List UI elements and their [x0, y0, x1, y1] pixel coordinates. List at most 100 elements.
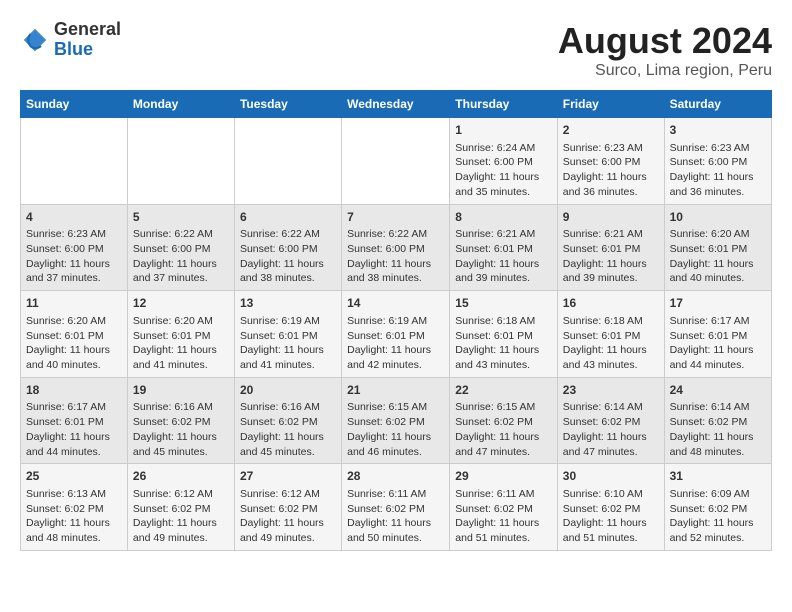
calendar-day-12: 12Sunrise: 6:20 AMSunset: 6:01 PMDayligh…: [127, 291, 234, 378]
day-info: Daylight: 11 hours and 36 minutes.: [563, 170, 659, 199]
day-number: 9: [563, 209, 659, 226]
day-info: Daylight: 11 hours and 48 minutes.: [26, 516, 122, 545]
header-day-monday: Monday: [127, 91, 234, 118]
day-info: Sunset: 6:01 PM: [240, 329, 336, 344]
day-info: Daylight: 11 hours and 45 minutes.: [240, 430, 336, 459]
day-info: Sunset: 6:02 PM: [347, 502, 444, 517]
calendar-day-3: 3Sunrise: 6:23 AMSunset: 6:00 PMDaylight…: [664, 118, 771, 205]
day-number: 4: [26, 209, 122, 226]
day-info: Sunrise: 6:15 AM: [347, 400, 444, 415]
calendar-week-row: 18Sunrise: 6:17 AMSunset: 6:01 PMDayligh…: [21, 377, 772, 464]
day-info: Sunset: 6:01 PM: [26, 329, 122, 344]
day-number: 2: [563, 122, 659, 139]
day-info: Sunrise: 6:14 AM: [563, 400, 659, 415]
day-info: Sunrise: 6:20 AM: [670, 227, 766, 242]
day-number: 26: [133, 468, 229, 485]
day-number: 27: [240, 468, 336, 485]
day-info: Daylight: 11 hours and 45 minutes.: [133, 430, 229, 459]
day-info: Sunrise: 6:12 AM: [133, 487, 229, 502]
day-info: Daylight: 11 hours and 47 minutes.: [455, 430, 552, 459]
day-info: Sunset: 6:00 PM: [240, 242, 336, 257]
calendar-day-25: 25 Sunrise: 6:13 AMSunset: 6:02 PMDayligh…: [21, 464, 128, 551]
day-info: Daylight: 11 hours and 51 minutes.: [563, 516, 659, 545]
day-info: Daylight: 11 hours and 43 minutes.: [563, 343, 659, 372]
day-info: Daylight: 11 hours and 43 minutes.: [455, 343, 552, 372]
day-info: Sunset: 6:01 PM: [563, 329, 659, 344]
calendar-day-17: 17Sunrise: 6:17 AMSunset: 6:01 PMDayligh…: [664, 291, 771, 378]
calendar-day-24: 24Sunrise: 6:14 AMSunset: 6:02 PMDayligh…: [664, 377, 771, 464]
day-info: Sunrise: 6:11 AM: [455, 487, 552, 502]
day-info: Daylight: 11 hours and 49 minutes.: [133, 516, 229, 545]
calendar-day-7: 7Sunrise: 6:22 AMSunset: 6:00 PMDaylight…: [342, 204, 450, 291]
calendar-day-10: 10Sunrise: 6:20 AMSunset: 6:01 PMDayligh…: [664, 204, 771, 291]
calendar-day-8: 8Sunrise: 6:21 AMSunset: 6:01 PMDaylight…: [450, 204, 558, 291]
calendar-day-1: 1 Sunrise: 6:24 AMSunset: 6:00 PMDaylight…: [450, 118, 558, 205]
day-info: Sunset: 6:02 PM: [240, 502, 336, 517]
calendar-day-2: 2Sunrise: 6:23 AMSunset: 6:00 PMDaylight…: [557, 118, 664, 205]
day-info: Daylight: 11 hours and 39 minutes.: [455, 257, 552, 286]
day-info: Daylight: 11 hours and 38 minutes.: [347, 257, 444, 286]
day-info: Daylight: 11 hours and 42 minutes.: [347, 343, 444, 372]
calendar-day-16: 16Sunrise: 6:18 AMSunset: 6:01 PMDayligh…: [557, 291, 664, 378]
day-info: Sunrise: 6:23 AM: [26, 227, 122, 242]
day-number: 25: [26, 468, 122, 485]
header-day-thursday: Thursday: [450, 91, 558, 118]
day-info: Sunset: 6:01 PM: [670, 242, 766, 257]
day-info: Sunrise: 6:14 AM: [670, 400, 766, 415]
day-info: Sunset: 6:02 PM: [240, 415, 336, 430]
calendar-day-13: 13Sunrise: 6:19 AMSunset: 6:01 PMDayligh…: [234, 291, 341, 378]
calendar-day-11: 11Sunrise: 6:20 AMSunset: 6:01 PMDayligh…: [21, 291, 128, 378]
day-info: Sunrise: 6:21 AM: [455, 227, 552, 242]
day-info: Sunset: 6:01 PM: [455, 329, 552, 344]
day-info: Sunset: 6:02 PM: [670, 502, 766, 517]
calendar-day-23: 23Sunrise: 6:14 AMSunset: 6:02 PMDayligh…: [557, 377, 664, 464]
day-number: 13: [240, 295, 336, 312]
day-info: Sunrise: 6:13 AM: [26, 487, 122, 502]
day-info: Sunset: 6:01 PM: [347, 329, 444, 344]
calendar-week-row: 1Sunrise: 6:24 AMSunset: 6:00 PMDaylight…: [21, 118, 772, 205]
day-info: Sunrise: 6:16 AM: [240, 400, 336, 415]
day-info: Daylight: 11 hours and 35 minutes.: [455, 170, 552, 199]
day-info: Sunset: 6:02 PM: [133, 415, 229, 430]
day-info: Daylight: 11 hours and 37 minutes.: [26, 257, 122, 286]
calendar-day-15: 15Sunrise: 6:18 AMSunset: 6:01 PMDayligh…: [450, 291, 558, 378]
calendar-empty-cell: [127, 118, 234, 205]
day-info: Sunrise: 6:17 AM: [670, 314, 766, 329]
calendar-day-27: 27Sunrise: 6:12 AMSunset: 6:02 PMDayligh…: [234, 464, 341, 551]
header-day-saturday: Saturday: [664, 91, 771, 118]
day-number: 28: [347, 468, 444, 485]
logo-icon: [20, 25, 50, 55]
day-number: 3: [670, 122, 766, 139]
day-info: Sunset: 6:02 PM: [455, 502, 552, 517]
day-number: 24: [670, 382, 766, 399]
calendar-week-row: 4Sunrise: 6:23 AMSunset: 6:00 PMDaylight…: [21, 204, 772, 291]
day-info: Daylight: 11 hours and 40 minutes.: [26, 343, 122, 372]
day-info: Sunrise: 6:20 AM: [26, 314, 122, 329]
calendar-day-18: 18Sunrise: 6:17 AMSunset: 6:01 PMDayligh…: [21, 377, 128, 464]
day-number: 19: [133, 382, 229, 399]
day-info: Sunrise: 6:22 AM: [240, 227, 336, 242]
day-info: Sunrise: 6:24 AM: [455, 141, 552, 156]
calendar-day-26: 26 Sunrise: 6:12 AMSunset: 6:02 PMDayligh…: [127, 464, 234, 551]
day-number: 16: [563, 295, 659, 312]
day-info: Sunset: 6:02 PM: [133, 502, 229, 517]
day-info: Sunset: 6:02 PM: [563, 502, 659, 517]
page-header: General Blue August 2024 Surco, Lima reg…: [20, 20, 772, 80]
day-info: Sunset: 6:02 PM: [26, 502, 122, 517]
calendar-day-14: 14Sunrise: 6:19 AMSunset: 6:01 PMDayligh…: [342, 291, 450, 378]
day-info: Sunrise: 6:22 AM: [133, 227, 229, 242]
logo: General Blue: [20, 20, 121, 60]
day-number: 6: [240, 209, 336, 226]
day-number: 30: [563, 468, 659, 485]
day-info: Daylight: 11 hours and 41 minutes.: [133, 343, 229, 372]
day-info: Sunset: 6:02 PM: [563, 415, 659, 430]
day-number: 1: [455, 122, 552, 139]
day-info: Sunset: 6:00 PM: [455, 155, 552, 170]
day-number: 14: [347, 295, 444, 312]
calendar-day-4: 4Sunrise: 6:23 AMSunset: 6:00 PMDaylight…: [21, 204, 128, 291]
day-info: Sunrise: 6:09 AM: [670, 487, 766, 502]
day-number: 20: [240, 382, 336, 399]
day-info: Sunset: 6:00 PM: [347, 242, 444, 257]
day-number: 31: [670, 468, 766, 485]
calendar-empty-cell: [342, 118, 450, 205]
